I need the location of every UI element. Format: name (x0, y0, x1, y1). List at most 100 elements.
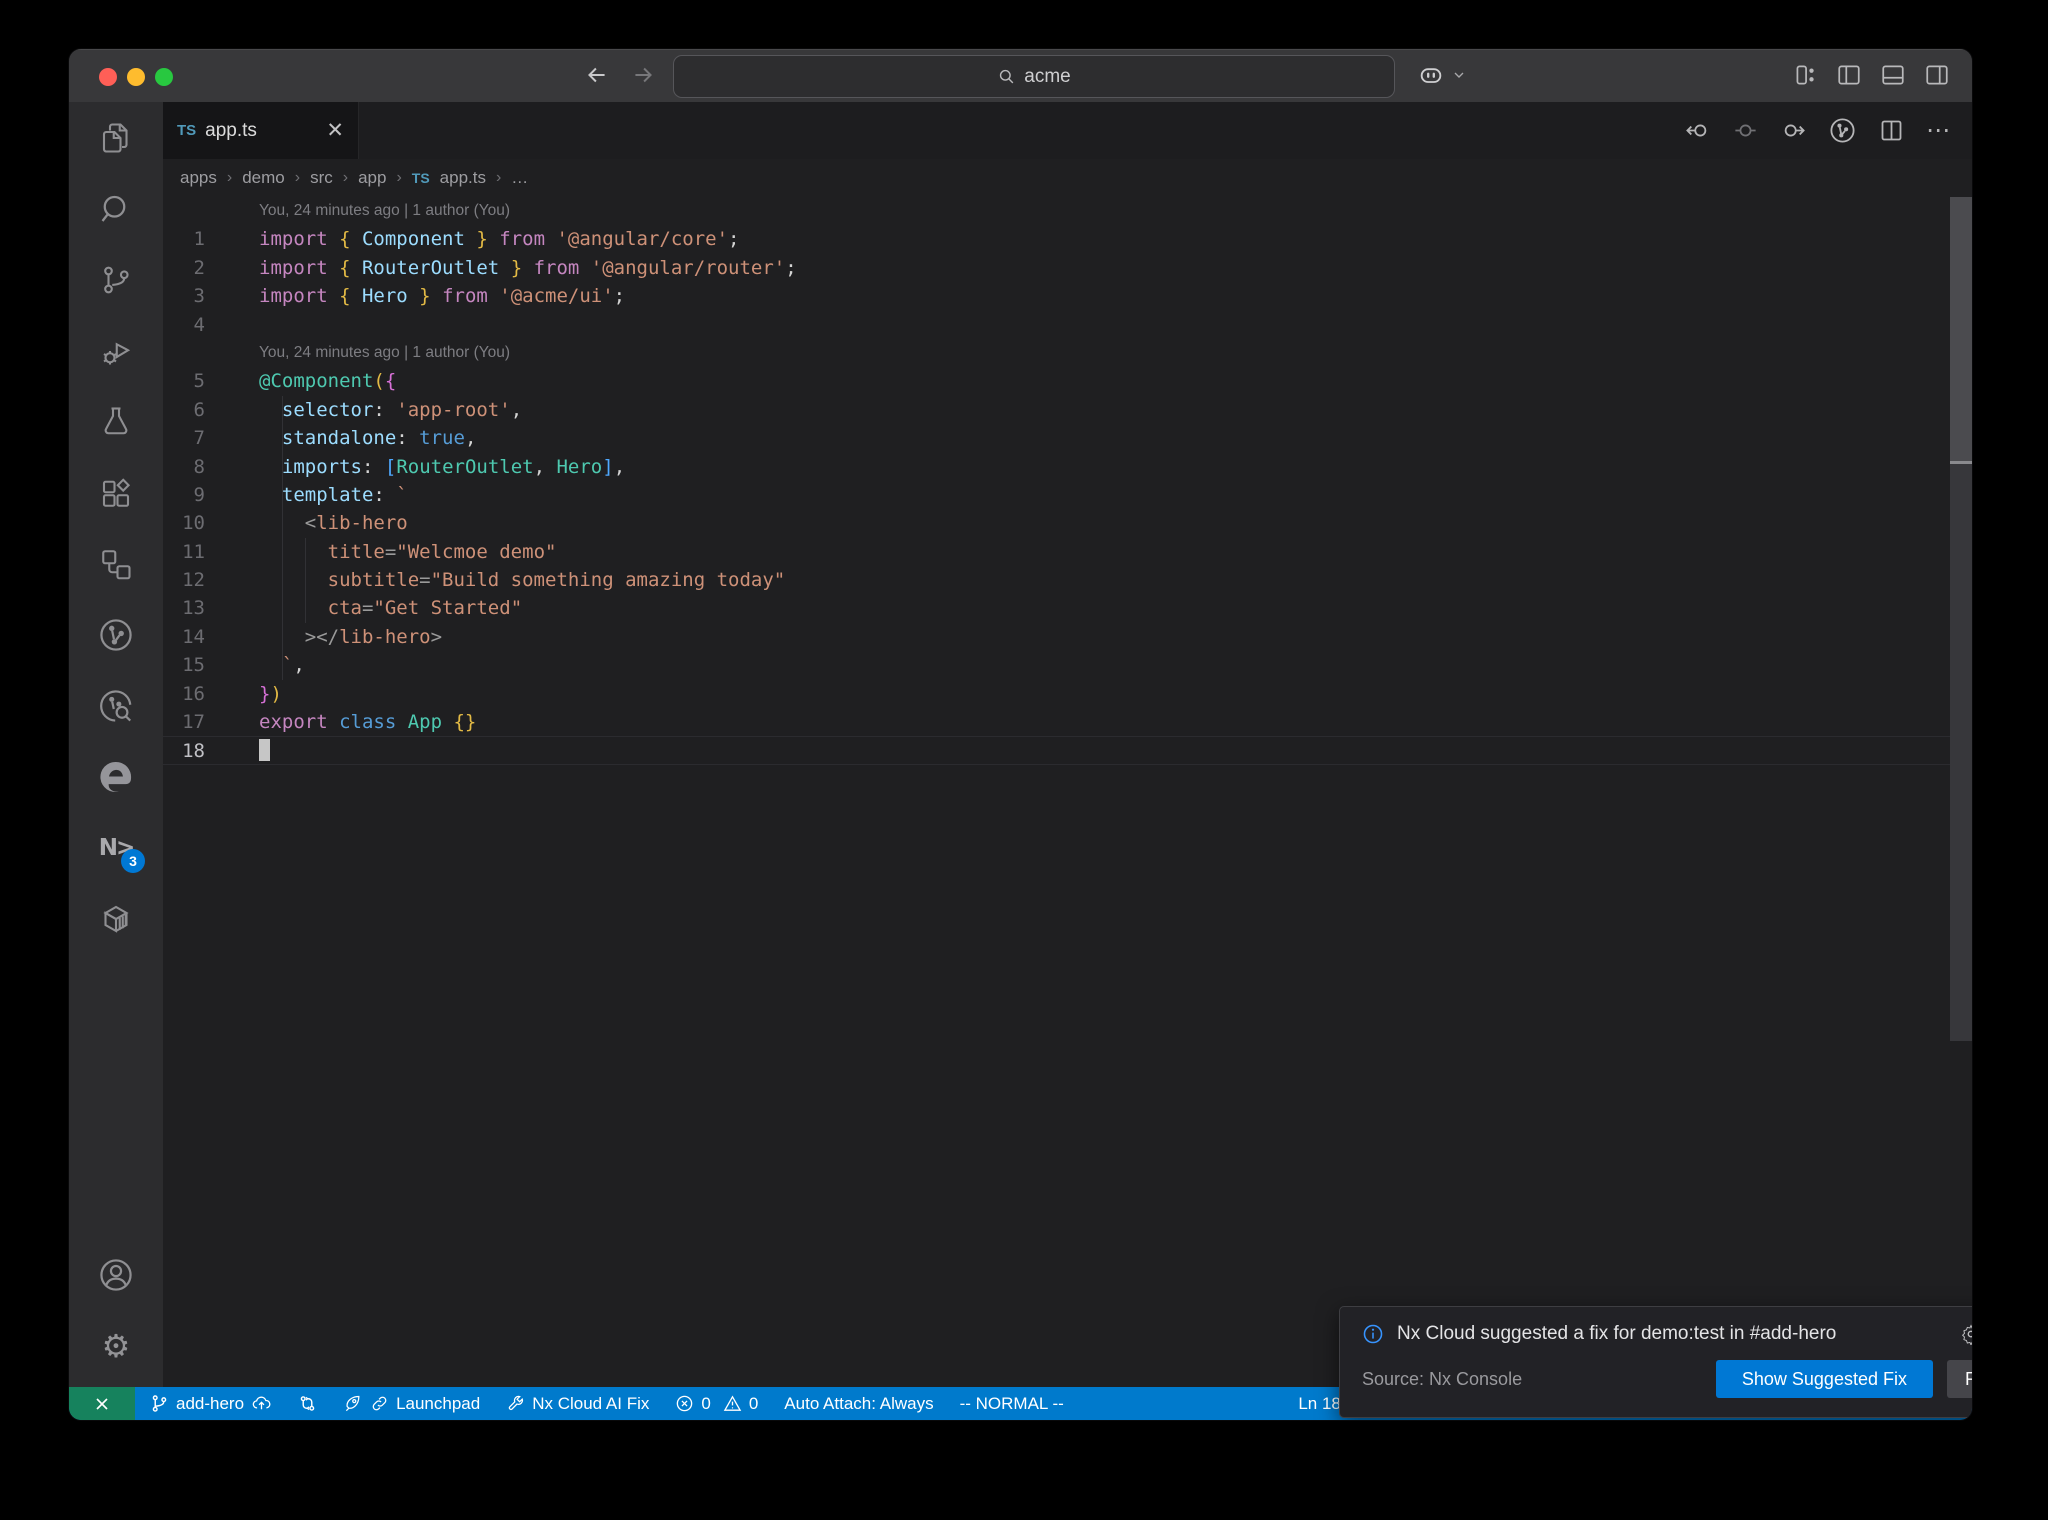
zoom-window-button[interactable] (155, 68, 173, 86)
code-line[interactable]: 5 @Component({ (163, 367, 1972, 395)
sidebar-item-hierarchy[interactable] (69, 528, 163, 599)
commit-graph-icon (100, 618, 132, 651)
toggle-sidebar-icon[interactable] (1836, 62, 1862, 88)
sidebar-item-source-control[interactable] (69, 244, 163, 315)
copilot-icon (1420, 68, 1442, 83)
breadcrumb-item[interactable]: src (310, 168, 333, 188)
history-back-icon[interactable] (584, 62, 610, 88)
toggle-secondary-sidebar-icon[interactable] (1924, 62, 1950, 88)
vscode-window: acme N> 3 ⚙ TS app.ts ✕ ⋯ apps › demo › … (69, 49, 1972, 1420)
breadcrumb-item[interactable]: app (358, 168, 386, 188)
code-line[interactable]: 18 (163, 736, 1972, 765)
codelens-annotation: You, 24 minutes ago | 1 author (You) (259, 343, 511, 361)
status-nx-cloud-fix[interactable]: Nx Cloud AI Fix (506, 1394, 649, 1414)
source-graph-icon[interactable] (1828, 116, 1857, 145)
sidebar-item-run-debug[interactable] (69, 315, 163, 386)
close-tab-icon[interactable]: ✕ (326, 120, 344, 141)
status-launchpad[interactable]: Launchpad (343, 1394, 480, 1414)
breadcrumb-ellipsis[interactable]: … (511, 168, 528, 188)
code-line[interactable]: 4 (163, 311, 1972, 339)
sidebar-item-search[interactable] (69, 173, 163, 244)
more-actions-icon[interactable]: ⋯ (1926, 118, 1950, 142)
sidebar-item-extensions[interactable] (69, 457, 163, 528)
history-forward-icon[interactable] (630, 62, 656, 88)
tab-app-ts[interactable]: TS app.ts ✕ (163, 102, 359, 159)
rocket-icon (345, 1395, 360, 1411)
code-line[interactable]: 6 selector: 'app-root', (163, 396, 1972, 424)
scrollbar-track-shade (1950, 464, 1972, 1041)
edge-icon (100, 761, 132, 792)
sidebar-item-nx-console[interactable]: N> 3 (69, 812, 163, 883)
code-line[interactable]: 14 ></lib-hero> (163, 623, 1972, 651)
code-line[interactable]: 3 import { Hero } from '@acme/ui'; (163, 282, 1972, 310)
show-suggested-fix-button[interactable]: Show Suggested Fix (1715, 1360, 1933, 1398)
go-to-icon[interactable] (1732, 117, 1759, 144)
codelens-row[interactable]: You, 24 minutes ago | 1 author (You) (163, 197, 1972, 225)
code-line[interactable]: 2 import { RouterOutlet } from '@angular/… (163, 254, 1972, 282)
customize-layout-icon[interactable] (1792, 62, 1818, 88)
line-number: 13 (182, 597, 205, 620)
split-editor-icon[interactable] (1878, 117, 1905, 144)
code-line[interactable]: 1 import { Component } from '@angular/cor… (163, 225, 1972, 253)
sidebar-item-testing[interactable] (69, 386, 163, 457)
minimize-window-button[interactable] (127, 68, 145, 86)
code-line[interactable]: 15 `, (163, 651, 1972, 679)
remote-indicator[interactable] (69, 1387, 135, 1420)
tab-bar[interactable]: TS app.ts ✕ ⋯ (163, 102, 1972, 159)
scrollbar-slider[interactable] (1950, 197, 1972, 461)
copilot-menu[interactable] (1417, 61, 1467, 89)
code-line[interactable]: 12 subtitle="Build something amazing tod… (163, 566, 1972, 594)
code-editor[interactable]: You, 24 minutes ago | 1 author (You) 1 imp… (163, 197, 1972, 1387)
notification-settings-gear-icon[interactable] (1960, 1323, 1972, 1345)
link-icon (372, 1396, 387, 1411)
reject-button[interactable]: Reject (1946, 1360, 1972, 1398)
line-number: 18 (182, 740, 205, 763)
breadcrumb-separator: › (294, 169, 301, 186)
status-vim-mode[interactable]: -- NORMAL -- (960, 1394, 1064, 1414)
breadcrumb[interactable]: apps › demo › src › app › TS app.ts › … (163, 159, 1972, 197)
code-line[interactable]: 16}) (163, 680, 1972, 708)
vertical-scrollbar[interactable] (1950, 197, 1972, 1387)
breadcrumb-separator: › (495, 169, 502, 186)
breadcrumb-item[interactable]: apps (180, 168, 217, 188)
code-line[interactable]: 17 export class App {} (163, 708, 1972, 736)
editor-group: TS app.ts ✕ ⋯ apps › demo › src › app › (163, 102, 1972, 1418)
code-line[interactable]: 10 <lib-hero (163, 509, 1972, 537)
chevron-down-icon (1454, 72, 1464, 78)
line-number: 12 (182, 569, 205, 592)
toggle-panel-icon[interactable] (1880, 62, 1906, 88)
code-line[interactable]: 9 template: ` (163, 481, 1972, 509)
code-line[interactable]: 8 imports: [RouterOutlet, Hero], (163, 453, 1972, 481)
run-debug-icon (103, 342, 131, 364)
code-line[interactable]: 7 standalone: true, (163, 424, 1972, 452)
breadcrumb-file[interactable]: app.ts (440, 168, 486, 188)
indent-guide (282, 395, 283, 680)
sidebar-item-containers[interactable] (69, 883, 163, 954)
code-line[interactable]: 11 title="Welcmoe demo" (163, 538, 1972, 566)
notification-source: Source: Nx Console (1362, 1368, 1523, 1389)
codelens-row[interactable]: You, 24 minutes ago | 1 author (You) (163, 339, 1972, 367)
notification-toast: Nx Cloud suggested a fix for demo:test i… (1339, 1306, 1972, 1418)
go-forward-icon[interactable] (1780, 117, 1807, 144)
status-problems[interactable]: 0 0 (675, 1394, 758, 1414)
sidebar-item-edge-tools[interactable] (69, 741, 163, 812)
close-window-button[interactable] (99, 68, 117, 86)
status-git-compare[interactable] (298, 1394, 317, 1413)
status-auto-attach[interactable]: Auto Attach: Always (784, 1394, 933, 1414)
account-button[interactable] (69, 1239, 163, 1310)
sidebar-item-commit-graph[interactable] (69, 599, 163, 670)
typescript-file-icon: TS (177, 122, 197, 139)
sidebar-item-commit-graph-search[interactable] (69, 670, 163, 741)
code-lines: You, 24 minutes ago | 1 author (You) 1 imp… (163, 197, 1972, 765)
code-line[interactable]: 13 cta="Get Started" (163, 594, 1972, 622)
search-icon (1000, 69, 1014, 84)
line-number: 8 (193, 455, 205, 478)
sidebar-item-explorer[interactable] (69, 102, 163, 173)
command-center-search[interactable]: acme (673, 55, 1395, 98)
settings-button[interactable]: ⚙ (69, 1310, 163, 1381)
explorer-icon (102, 122, 128, 153)
status-branch[interactable]: add-hero (150, 1393, 272, 1414)
go-back-icon[interactable] (1684, 117, 1711, 144)
git-compare-icon (300, 1396, 315, 1411)
breadcrumb-item[interactable]: demo (242, 168, 285, 188)
